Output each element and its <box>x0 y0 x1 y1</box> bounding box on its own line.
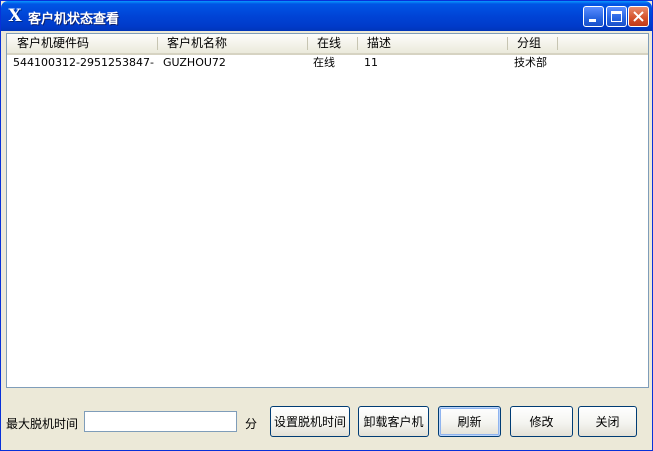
cell-description: 11 <box>364 56 378 69</box>
column-header-online[interactable]: 在线 <box>307 34 357 53</box>
uninstall-client-button[interactable]: 卸载客户机 <box>358 406 429 437</box>
close-window-button[interactable] <box>628 6 649 27</box>
cell-group: 技术部 <box>514 56 547 69</box>
maximize-button[interactable] <box>606 6 627 27</box>
minutes-unit-label: 分 <box>245 417 258 431</box>
cell-hardware-id: 544100312-2951253847-1... <box>13 56 155 69</box>
column-separator[interactable] <box>557 37 558 50</box>
cell-online-status: 在线 <box>313 56 335 69</box>
list-header: 客户机硬件码 客户机名称 在线 描述 分组 <box>7 34 648 55</box>
column-header-client-name[interactable]: 客户机名称 <box>157 34 307 53</box>
column-header-description[interactable]: 描述 <box>357 34 507 53</box>
maximize-icon <box>611 11 622 22</box>
x-app-icon: X <box>8 6 22 26</box>
client-list[interactable]: 客户机硬件码 客户机名称 在线 描述 分组 544100312-29512538… <box>6 33 649 388</box>
refresh-button[interactable]: 刷新 <box>438 406 501 437</box>
close-button[interactable]: 关闭 <box>578 406 637 437</box>
close-icon <box>633 11 644 22</box>
cell-client-name: GUZHOU72 <box>163 56 226 69</box>
set-offline-time-button[interactable]: 设置脱机时间 <box>270 406 350 437</box>
modify-button[interactable]: 修改 <box>510 406 573 437</box>
window-title: 客户机状态查看 <box>28 12 120 27</box>
offline-time-input[interactable] <box>84 411 237 432</box>
title-bar[interactable]: X 客户机状态查看 <box>1 1 652 31</box>
column-header-group[interactable]: 分组 <box>507 34 557 53</box>
minimize-button[interactable] <box>583 6 604 27</box>
offline-time-label: 最大脱机时间 <box>6 417 79 431</box>
column-header-hardware-id[interactable]: 客户机硬件码 <box>7 34 157 53</box>
client-status-window: X 客户机状态查看 客户机硬件码 客户机名称 在线 描述 分组 54410031… <box>0 0 653 451</box>
minimize-icon <box>589 19 596 22</box>
table-row[interactable]: 544100312-2951253847-1... GUZHOU72 在线 11… <box>7 55 648 70</box>
